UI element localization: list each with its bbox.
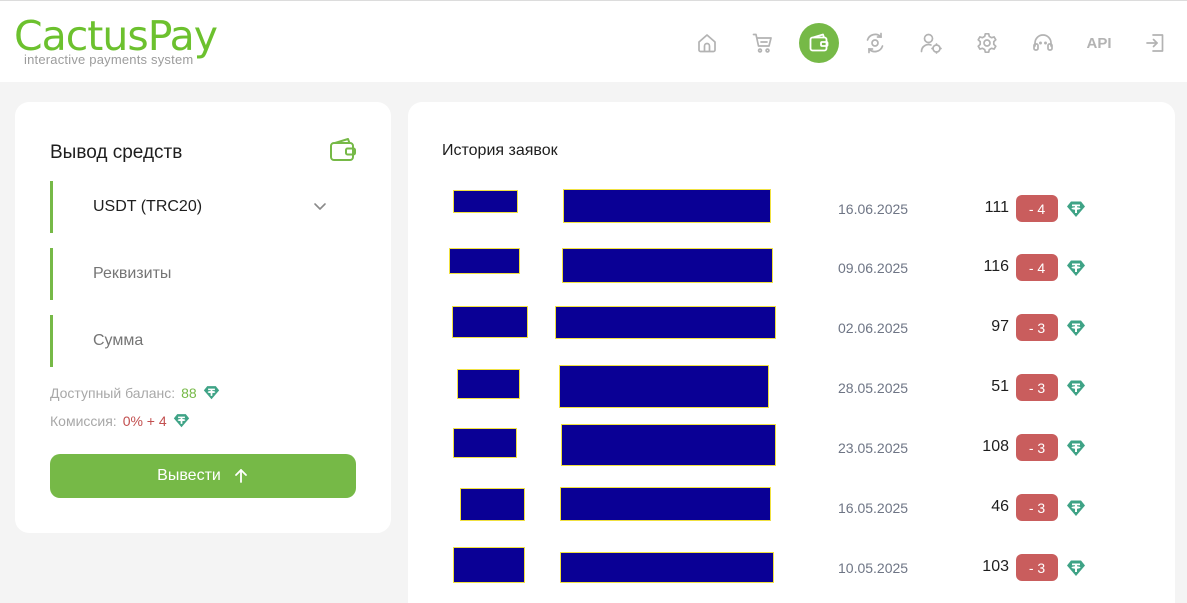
chevron-down-icon bbox=[314, 203, 326, 210]
row-fee-badge: - 4 bbox=[1016, 254, 1058, 281]
nav-cart[interactable] bbox=[743, 23, 783, 63]
tether-icon bbox=[1067, 260, 1085, 276]
row-amount: 103 bbox=[982, 558, 1009, 575]
row-amount: 46 bbox=[991, 498, 1009, 515]
fee-info: Комиссия: 0% + 4 bbox=[50, 412, 190, 429]
tether-icon bbox=[203, 386, 219, 400]
history-row[interactable]: 16.05.2025 46 - 3 bbox=[408, 488, 1175, 528]
nav-api[interactable]: API bbox=[1079, 23, 1119, 63]
history-row[interactable]: 09.06.2025 116 - 4 bbox=[408, 248, 1175, 288]
currency-value: USDT (TRC20) bbox=[93, 198, 203, 215]
row-amount: 111 bbox=[984, 199, 1009, 216]
balance-info: Доступный баланс: 88 bbox=[50, 384, 220, 401]
withdraw-button[interactable]: Вывести bbox=[50, 454, 356, 498]
row-date: 10.05.2025 bbox=[838, 560, 909, 576]
arrow-up-icon bbox=[234, 469, 247, 483]
support-icon bbox=[1033, 34, 1053, 51]
tether-icon bbox=[173, 414, 189, 428]
fee-label: Комиссия: bbox=[50, 412, 117, 429]
row-fee-badge: - 3 bbox=[1016, 314, 1058, 341]
currency-select[interactable]: USDT (TRC20) bbox=[50, 181, 350, 233]
withdraw-title: Вывод средств bbox=[50, 142, 183, 163]
details-field[interactable]: Реквизиты bbox=[50, 248, 350, 300]
nav-support[interactable] bbox=[1023, 23, 1063, 63]
row-fee-badge: - 3 bbox=[1016, 374, 1058, 401]
nav-user-settings[interactable] bbox=[911, 23, 951, 63]
row-date: 16.06.2025 bbox=[838, 201, 909, 217]
history-row[interactable]: 16.06.2025 111 - 4 bbox=[408, 189, 1175, 229]
withdraw-button-label: Вывести bbox=[157, 467, 221, 484]
row-date: 16.05.2025 bbox=[838, 500, 909, 516]
home-icon bbox=[698, 34, 716, 53]
user-settings-icon bbox=[920, 33, 942, 54]
fee-value: 0% + 4 bbox=[122, 412, 167, 429]
tether-icon bbox=[1067, 320, 1085, 336]
tether-icon bbox=[1067, 500, 1085, 516]
row-fee-badge: - 4 bbox=[1016, 195, 1058, 222]
history-row[interactable]: 23.05.2025 108 - 3 bbox=[408, 428, 1175, 468]
row-date: 28.05.2025 bbox=[838, 380, 909, 396]
row-fee-badge: - 3 bbox=[1016, 434, 1058, 461]
row-date: 23.05.2025 bbox=[838, 440, 909, 456]
main-nav: API bbox=[0, 23, 1187, 63]
tether-icon bbox=[1067, 440, 1085, 456]
row-amount: 51 bbox=[991, 378, 1009, 395]
tether-icon bbox=[1067, 201, 1085, 217]
nav-settings[interactable] bbox=[967, 23, 1007, 63]
wallet-icon bbox=[809, 33, 829, 52]
nav-home[interactable] bbox=[687, 23, 727, 63]
row-date: 09.06.2025 bbox=[838, 260, 909, 276]
history-row[interactable]: 02.06.2025 97 - 3 bbox=[408, 308, 1175, 348]
row-fee-badge: - 3 bbox=[1016, 554, 1058, 581]
nav-wallet[interactable] bbox=[799, 23, 839, 63]
cart-icon bbox=[752, 33, 772, 53]
amount-field[interactable]: Сумма bbox=[50, 315, 350, 367]
balance-value: 88 bbox=[181, 384, 197, 401]
history-row[interactable]: 10.05.2025 103 - 3 bbox=[408, 548, 1175, 588]
history-row[interactable]: 28.05.2025 51 - 3 bbox=[408, 368, 1175, 408]
gear-icon bbox=[977, 32, 997, 54]
tether-icon bbox=[1067, 560, 1085, 576]
amount-placeholder: Сумма bbox=[93, 332, 144, 349]
row-amount: 108 bbox=[982, 438, 1009, 455]
logout-icon bbox=[1146, 34, 1164, 52]
details-placeholder: Реквизиты bbox=[93, 265, 172, 282]
nav-exchange[interactable] bbox=[855, 23, 895, 63]
row-amount: 116 bbox=[983, 258, 1009, 275]
row-fee-badge: - 3 bbox=[1016, 494, 1058, 521]
api-label: API bbox=[1086, 34, 1112, 52]
withdraw-card: Вывод средств USDT (TRC20) Реквизиты Сум… bbox=[15, 102, 391, 533]
row-amount: 97 bbox=[991, 318, 1009, 335]
tether-icon bbox=[1067, 380, 1085, 396]
wallet-icon bbox=[330, 138, 356, 161]
history-card: История заявок 16.06.2025 111- 4 09.06.202… bbox=[408, 102, 1175, 603]
balance-label: Доступный баланс: bbox=[50, 384, 176, 401]
history-title: История заявок bbox=[442, 142, 558, 159]
top-bar: CactusPay interactive payments system AP… bbox=[0, 0, 1187, 82]
nav-logout[interactable] bbox=[1135, 23, 1175, 63]
exchange-icon bbox=[866, 32, 884, 54]
row-date: 02.06.2025 bbox=[838, 320, 909, 336]
